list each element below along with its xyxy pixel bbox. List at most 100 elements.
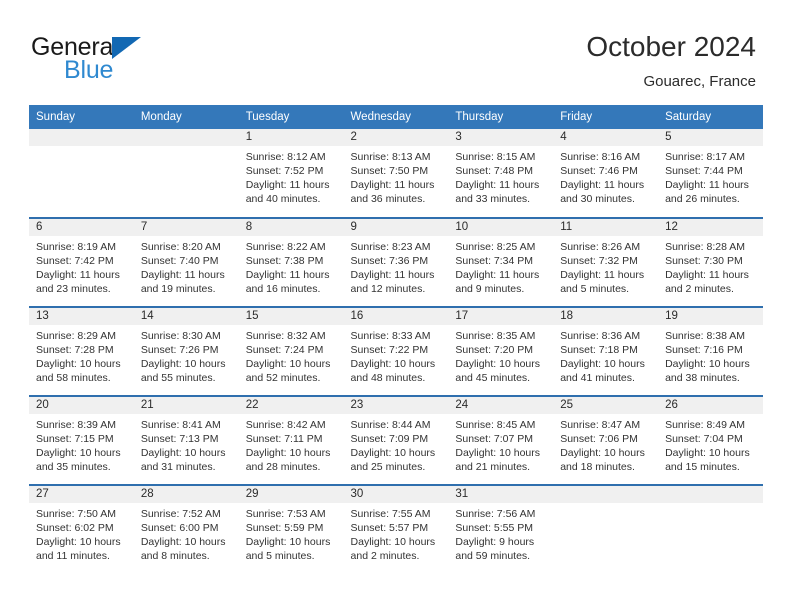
calendar-day-cell[interactable]: 21 Sunrise: 8:41 AM Sunset: 7:13 PM Dayligh…	[133, 395, 239, 485]
weekday-header-saturday: Saturday	[658, 105, 763, 129]
calendar-day-cell[interactable]: 8 Sunrise: 8:22 AM Sunset: 7:38 PM Daylight…	[238, 217, 344, 307]
day-number: 13	[29, 308, 134, 325]
sunrise-sunset-calendar: Sunday Monday Tuesday Wednesday Thursday…	[29, 105, 763, 574]
day-details: Sunrise: 7:53 AM Sunset: 5:59 PM Daylight:…	[239, 503, 344, 563]
calendar-day-cell[interactable]: 30 Sunrise: 7:55 AM Sunset: 5:57 PM Dayligh…	[343, 484, 449, 574]
day-number: 12	[658, 219, 763, 236]
calendar-day-cell[interactable]: 24 Sunrise: 8:45 AM Sunset: 7:07 PM Dayligh…	[448, 395, 554, 485]
calendar-day-cell[interactable]: 31 Sunrise: 7:56 AM Sunset: 5:55 PM Dayligh…	[448, 484, 554, 574]
daylight-duration-line2: and 52 minutes.	[245, 372, 321, 384]
calendar-day-cell[interactable]: 9 Sunrise: 8:23 AM Sunset: 7:36 PM Daylight…	[343, 217, 449, 307]
daylight-duration-line1: Daylight: 11 hours	[665, 179, 749, 191]
weekday-header-tuesday: Tuesday	[238, 105, 344, 129]
calendar-day-cell[interactable]: 13 Sunrise: 8:29 AM Sunset: 7:28 PM Dayligh…	[29, 306, 134, 396]
daylight-duration-line1: Daylight: 10 hours	[455, 447, 541, 459]
sunset-time: Sunset: 7:44 PM	[665, 165, 743, 177]
calendar-day-cell[interactable]: 19 Sunrise: 8:38 AM Sunset: 7:16 PM Dayligh…	[658, 306, 763, 396]
daylight-duration-line1: Daylight: 11 hours	[245, 179, 330, 191]
calendar-day-cell[interactable]: 11 Sunrise: 8:26 AM Sunset: 7:32 PM Dayligh…	[553, 217, 659, 307]
day-number: 30	[343, 486, 449, 503]
day-number	[658, 486, 763, 503]
sunset-time: Sunset: 7:36 PM	[350, 255, 429, 267]
daylight-duration-line2: and 9 minutes.	[455, 283, 525, 295]
calendar-day-cell[interactable]: 5 Sunrise: 8:17 AM Sunset: 7:44 PM Daylight…	[658, 129, 763, 218]
calendar-day-cell[interactable]: 17 Sunrise: 8:35 AM Sunset: 7:20 PM Dayligh…	[448, 306, 554, 396]
day-number: 23	[343, 397, 449, 414]
calendar-body: 1 Sunrise: 8:12 AM Sunset: 7:52 PM Daylight…	[29, 129, 763, 574]
sunrise-time: Sunrise: 8:30 AM	[140, 330, 221, 342]
sunset-time: Sunset: 7:09 PM	[350, 433, 429, 445]
daylight-duration-line2: and 5 minutes.	[245, 550, 315, 562]
day-details: Sunrise: 8:49 AM Sunset: 7:04 PM Daylight:…	[658, 414, 763, 474]
general-blue-logo[interactable]: General Blue	[31, 33, 241, 89]
calendar-day-cell[interactable]: 3 Sunrise: 8:15 AM Sunset: 7:48 PM Daylight…	[448, 129, 554, 218]
daylight-duration-line1: Daylight: 10 hours	[455, 358, 541, 370]
calendar-empty-cell	[29, 129, 134, 218]
daylight-duration-line2: and 55 minutes.	[140, 372, 216, 384]
daylight-duration-line2: and 8 minutes.	[140, 550, 210, 562]
calendar-day-cell[interactable]: 2 Sunrise: 8:13 AM Sunset: 7:50 PM Daylight…	[343, 129, 449, 218]
day-details: Sunrise: 8:30 AM Sunset: 7:26 PM Daylight:…	[134, 325, 239, 385]
daylight-duration-line2: and 41 minutes.	[560, 372, 635, 384]
daylight-duration-line2: and 40 minutes.	[245, 193, 321, 205]
calendar-day-cell[interactable]: 15 Sunrise: 8:32 AM Sunset: 7:24 PM Dayligh…	[238, 306, 344, 396]
calendar-day-cell[interactable]: 23 Sunrise: 8:44 AM Sunset: 7:09 PM Dayligh…	[343, 395, 449, 485]
day-number: 29	[238, 486, 344, 503]
calendar-day-cell[interactable]: 1 Sunrise: 8:12 AM Sunset: 7:52 PM Daylight…	[238, 129, 344, 218]
day-details: Sunrise: 8:16 AM Sunset: 7:46 PM Daylight:…	[553, 146, 658, 206]
calendar-day-cell[interactable]: 14 Sunrise: 8:30 AM Sunset: 7:26 PM Dayligh…	[133, 306, 239, 396]
day-details: Sunrise: 7:50 AM Sunset: 6:02 PM Daylight:…	[29, 503, 134, 563]
sunrise-time: Sunrise: 8:44 AM	[350, 419, 431, 431]
daylight-duration-line1: Daylight: 11 hours	[455, 269, 540, 281]
calendar-day-cell[interactable]: 18 Sunrise: 8:36 AM Sunset: 7:18 PM Dayligh…	[553, 306, 659, 396]
calendar-day-cell[interactable]: 7 Sunrise: 8:20 AM Sunset: 7:40 PM Daylight…	[133, 217, 239, 307]
day-details: Sunrise: 7:55 AM Sunset: 5:57 PM Daylight:…	[344, 503, 449, 563]
daylight-duration-line2: and 2 minutes.	[350, 550, 420, 562]
calendar-day-cell[interactable]: 16 Sunrise: 8:33 AM Sunset: 7:22 PM Dayligh…	[343, 306, 449, 396]
sunrise-time: Sunrise: 8:42 AM	[245, 419, 326, 431]
daylight-duration-line2: and 58 minutes.	[36, 372, 111, 384]
calendar-day-cell[interactable]: 29 Sunrise: 7:53 AM Sunset: 5:59 PM Dayligh…	[238, 484, 344, 574]
sunset-time: Sunset: 5:55 PM	[455, 522, 534, 534]
daylight-duration-line1: Daylight: 11 hours	[665, 269, 749, 281]
calendar-week-row: 6 Sunrise: 8:19 AM Sunset: 7:42 PM Daylight…	[29, 217, 763, 307]
day-details: Sunrise: 8:19 AM Sunset: 7:42 PM Daylight:…	[29, 236, 134, 296]
day-details: Sunrise: 8:39 AM Sunset: 7:15 PM Daylight:…	[29, 414, 134, 474]
daylight-duration-line1: Daylight: 10 hours	[350, 536, 436, 548]
weekday-header-wednesday: Wednesday	[343, 105, 449, 129]
daylight-duration-line1: Daylight: 10 hours	[350, 447, 436, 459]
calendar-day-cell[interactable]: 26 Sunrise: 8:49 AM Sunset: 7:04 PM Dayligh…	[658, 395, 763, 485]
calendar-day-cell[interactable]: 22 Sunrise: 8:42 AM Sunset: 7:11 PM Dayligh…	[238, 395, 344, 485]
day-details: Sunrise: 8:17 AM Sunset: 7:44 PM Daylight:…	[658, 146, 763, 206]
calendar-day-cell[interactable]: 10 Sunrise: 8:25 AM Sunset: 7:34 PM Dayligh…	[448, 217, 554, 307]
day-number: 20	[29, 397, 134, 414]
daylight-duration-line2: and 48 minutes.	[350, 372, 426, 384]
calendar-day-cell[interactable]: 27 Sunrise: 7:50 AM Sunset: 6:02 PM Dayligh…	[29, 484, 134, 574]
daylight-duration-line2: and 38 minutes.	[665, 372, 740, 384]
calendar-day-cell[interactable]: 6 Sunrise: 8:19 AM Sunset: 7:42 PM Daylight…	[29, 217, 134, 307]
sunset-time: Sunset: 5:57 PM	[350, 522, 429, 534]
sunrise-time: Sunrise: 8:35 AM	[455, 330, 536, 342]
day-number: 6	[29, 219, 134, 236]
day-number	[29, 129, 134, 146]
sunset-time: Sunset: 5:59 PM	[245, 522, 324, 534]
calendar-day-cell[interactable]: 20 Sunrise: 8:39 AM Sunset: 7:15 PM Dayligh…	[29, 395, 134, 485]
sunrise-time: Sunrise: 7:50 AM	[36, 508, 116, 520]
sunset-time: Sunset: 7:04 PM	[665, 433, 743, 445]
day-number: 15	[238, 308, 344, 325]
sunrise-time: Sunrise: 8:17 AM	[665, 151, 746, 163]
calendar-day-cell[interactable]: 28 Sunrise: 7:52 AM Sunset: 6:00 PM Dayligh…	[133, 484, 239, 574]
day-number: 19	[658, 308, 763, 325]
calendar-day-cell[interactable]: 25 Sunrise: 8:47 AM Sunset: 7:06 PM Dayligh…	[553, 395, 659, 485]
sunset-time: Sunset: 7:50 PM	[350, 165, 429, 177]
daylight-duration-line1: Daylight: 11 hours	[350, 269, 435, 281]
daylight-duration-line2: and 21 minutes.	[455, 461, 531, 473]
day-number: 25	[553, 397, 659, 414]
daylight-duration-line2: and 35 minutes.	[36, 461, 111, 473]
daylight-duration-line1: Daylight: 11 hours	[140, 269, 225, 281]
calendar-day-cell[interactable]: 12 Sunrise: 8:28 AM Sunset: 7:30 PM Dayligh…	[658, 217, 763, 307]
day-number: 1	[238, 129, 344, 146]
day-number: 16	[343, 308, 449, 325]
calendar-day-cell[interactable]: 4 Sunrise: 8:16 AM Sunset: 7:46 PM Daylight…	[553, 129, 659, 218]
day-details: Sunrise: 8:13 AM Sunset: 7:50 PM Daylight:…	[344, 146, 449, 206]
